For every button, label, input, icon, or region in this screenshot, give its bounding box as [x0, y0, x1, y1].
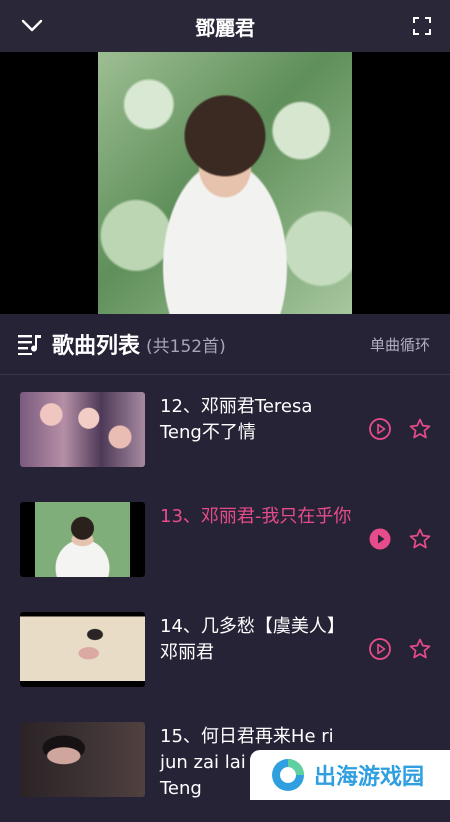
star-icon[interactable]: [408, 417, 432, 441]
song-thumbnail: [20, 392, 145, 467]
playlist-header: 歌曲列表 (共152首) 单曲循环: [0, 314, 450, 375]
song-thumbnail: [20, 502, 145, 577]
play-icon[interactable]: [368, 637, 392, 661]
playlist-count: (共152首): [146, 336, 226, 357]
song-row-active[interactable]: 13、邓丽君-我只在乎你: [0, 502, 450, 602]
video-player[interactable]: [0, 52, 450, 314]
watermark-badge: 出海游戏园: [250, 750, 450, 800]
play-icon[interactable]: [368, 417, 392, 441]
page-title: 鄧麗君: [195, 15, 255, 40]
song-title: 14、几多愁【虞美人】邓丽君: [160, 616, 345, 663]
chevron-down-icon: [21, 19, 43, 32]
song-row[interactable]: 14、几多愁【虞美人】邓丽君: [0, 612, 450, 712]
fullscreen-icon: [413, 17, 431, 35]
playlist-title: 歌曲列表: [52, 334, 141, 359]
star-icon[interactable]: [408, 527, 432, 551]
top-bar: 鄧麗君: [0, 0, 450, 52]
play-filled-icon[interactable]: [368, 527, 392, 551]
watermark-text: 出海游戏园: [314, 765, 425, 790]
playlist-icon: [18, 335, 41, 355]
video-thumbnail: [98, 52, 352, 314]
collapse-button[interactable]: [16, 10, 48, 42]
watermark-logo-icon: [272, 759, 304, 791]
song-title: 13、邓丽君-我只在乎你: [160, 506, 352, 527]
song-thumbnail: [20, 722, 145, 797]
song-title: 12、邓丽君Teresa Teng不了情: [160, 396, 313, 443]
play-mode-button[interactable]: 单曲循环: [370, 334, 430, 355]
song-row[interactable]: 12、邓丽君Teresa Teng不了情: [0, 392, 450, 492]
star-icon[interactable]: [408, 637, 432, 661]
song-thumbnail: [20, 612, 145, 687]
fullscreen-button[interactable]: [406, 10, 438, 42]
